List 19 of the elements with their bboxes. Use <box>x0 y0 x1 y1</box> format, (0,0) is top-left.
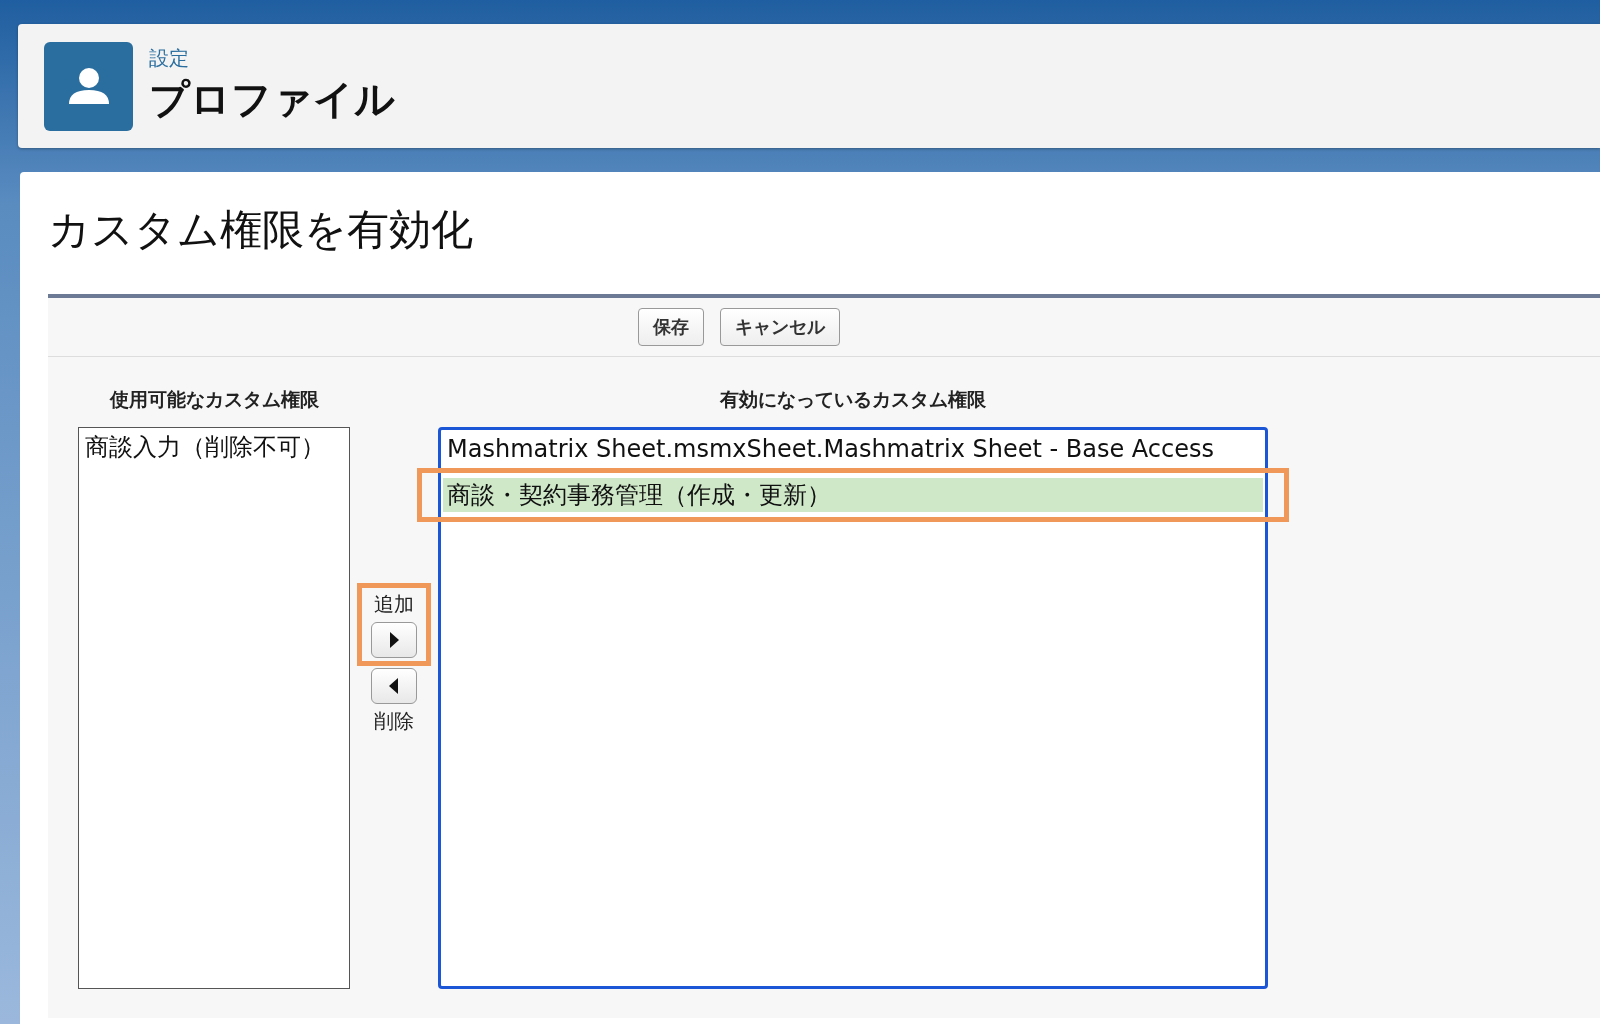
action-button[interactable]: キャンセル <box>720 308 840 346</box>
remove-button[interactable] <box>371 668 417 704</box>
action-button[interactable]: 保存 <box>638 308 704 346</box>
remove-label: 削除 <box>374 708 414 735</box>
user-icon <box>44 41 133 131</box>
right-triangle-icon <box>389 632 399 648</box>
list-option[interactable]: 商談入力（削除不可） <box>81 430 347 464</box>
list-option[interactable]: Mashmatrix Sheet.msmxSheet.Mashmatrix Sheet - Base Access <box>443 432 1263 466</box>
list-box[interactable]: 商談入力（削除不可） <box>78 427 350 989</box>
list-heading: 有効になっているカスタム権限 <box>720 387 986 411</box>
add-label: 追加 <box>374 591 414 618</box>
list-option[interactable]: 商談・契約事務管理（作成・更新） <box>443 478 1263 512</box>
page-header-title: プロファイル <box>149 75 395 124</box>
left-triangle-icon <box>389 678 399 694</box>
list-box[interactable]: Mashmatrix Sheet.msmxSheet.Mashmatrix Sheet - Base Access 商談・契約事務管理（作成・更新） <box>438 427 1268 989</box>
breadcrumb-link[interactable]: 設定 <box>149 45 395 72</box>
add-button[interactable] <box>371 622 417 658</box>
page-title: カスタム権限を有効化 <box>48 204 474 256</box>
list-heading: 使用可能なカスタム権限 <box>109 387 319 411</box>
